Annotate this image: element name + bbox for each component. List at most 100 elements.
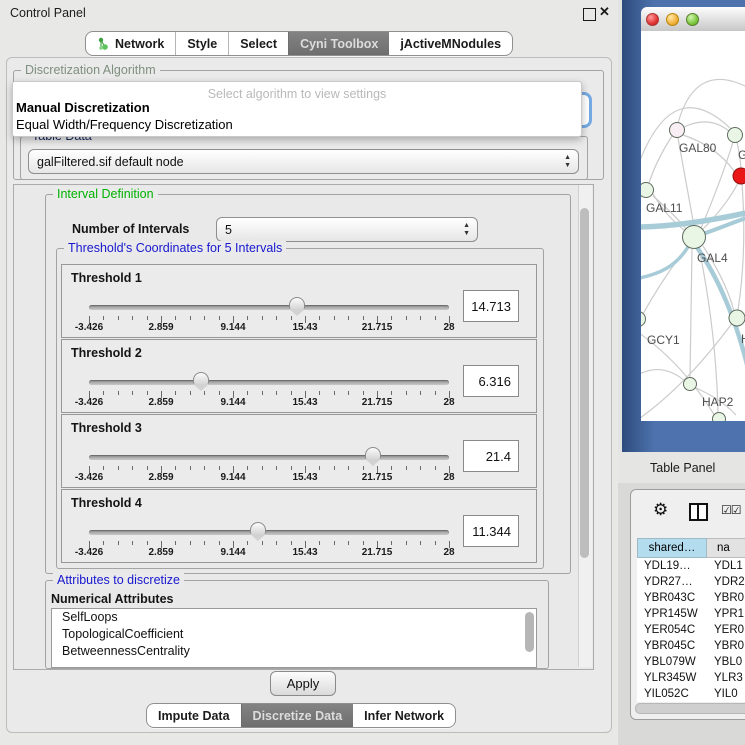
minor-tick <box>348 541 349 545</box>
table-row[interactable]: YBR043CYBR0 <box>637 590 745 606</box>
tab-select[interactable]: Select <box>228 32 288 55</box>
node-attribute-table[interactable]: shared… na YDL19…YDL1YDR27…YDR2YBR043CYB… <box>637 538 745 704</box>
minor-tick <box>406 541 407 545</box>
slider-track[interactable] <box>89 530 449 535</box>
threshold-label: Threshold 1 <box>71 271 142 285</box>
threshold-value-field[interactable]: 6.316 <box>463 365 519 397</box>
slider-track[interactable] <box>89 305 449 310</box>
tab-discretize-data[interactable]: Discretize Data <box>241 704 354 727</box>
table-panel-title: Table Panel <box>650 461 715 475</box>
minor-tick <box>406 391 407 395</box>
minor-tick <box>147 316 148 320</box>
tab-jactivemnodules[interactable]: jActiveMNodules <box>389 32 512 55</box>
slider-track[interactable] <box>89 380 449 385</box>
cell-name: YBR0 <box>707 590 745 606</box>
minor-tick <box>247 316 248 320</box>
minor-tick <box>319 391 320 395</box>
node-hap2[interactable] <box>684 378 697 391</box>
tick-label: 2.859 <box>148 397 173 408</box>
attributes-scrollbar-thumb[interactable] <box>525 612 534 652</box>
tick-label: -3.426 <box>75 472 103 483</box>
threshold-value-field[interactable]: 11.344 <box>463 515 519 547</box>
tick-label: 2.859 <box>148 322 173 333</box>
minor-tick <box>363 316 364 320</box>
tab-impute-data[interactable]: Impute Data <box>147 704 241 727</box>
checkbox-icons[interactable]: ☑☑ <box>721 503 741 517</box>
minor-tick <box>291 391 292 395</box>
zoom-traffic-light-icon[interactable] <box>686 13 699 26</box>
node-bottom[interactable] <box>713 413 726 422</box>
slider-handle-cap <box>365 447 381 459</box>
minimize-traffic-light-icon[interactable] <box>666 13 679 26</box>
horizontal-scrollbar-thumb[interactable] <box>635 703 745 714</box>
combobox-stepper-icon[interactable]: ▲▼ <box>463 222 470 238</box>
table-row[interactable]: YER054CYER0 <box>637 622 745 638</box>
column-header-shared[interactable]: shared… <box>637 538 707 558</box>
minor-tick <box>420 466 421 470</box>
minor-tick <box>262 391 263 395</box>
combobox-stepper-icon[interactable]: ▲▼ <box>564 154 571 170</box>
table-row[interactable]: YBL079WYBL0 <box>637 654 745 670</box>
close-icon[interactable]: ✕ <box>599 4 610 15</box>
minor-tick <box>262 316 263 320</box>
table-data-combobox[interactable]: galFiltered.sif default node ▲▼ <box>28 149 579 174</box>
minor-tick <box>204 466 205 470</box>
close-traffic-light-icon[interactable] <box>646 13 659 26</box>
minor-tick <box>406 466 407 470</box>
column-header-name[interactable]: na <box>707 538 745 558</box>
list-item-attribute[interactable]: TopologicalCoefficient <box>52 626 536 643</box>
slider-handle-cap <box>289 297 305 309</box>
threshold-value-field[interactable]: 14.713 <box>463 290 519 322</box>
cell-shared-name: YBR043C <box>637 590 707 606</box>
tab-label: Style <box>187 37 217 51</box>
number-of-intervals-combobox[interactable]: 5 ▲▼ <box>216 217 478 242</box>
slider-track[interactable] <box>89 455 449 460</box>
node-right-mid[interactable] <box>729 310 745 326</box>
tab-infer-network[interactable]: Infer Network <box>353 704 455 727</box>
node-gcy1[interactable] <box>641 312 646 327</box>
node-gal80[interactable] <box>670 123 685 138</box>
tab-cyni-toolbox[interactable]: Cyni Toolbox <box>288 32 389 55</box>
network-window-titlebar[interactable] <box>641 7 745 32</box>
threshold-value-field[interactable]: 21.4 <box>463 440 519 472</box>
list-item-attribute[interactable]: SelfLoops <box>52 609 536 626</box>
gear-icon[interactable]: ⚙ <box>653 501 668 518</box>
minor-tick <box>103 541 104 545</box>
menu-item-equal-width-discretization[interactable]: Equal Width/Frequency Discretization <box>16 117 233 132</box>
node-selected-red[interactable] <box>733 168 745 184</box>
list-item-attribute[interactable]: BetweennessCentrality <box>52 643 536 660</box>
node-top-right[interactable] <box>728 128 743 143</box>
split-view-icon[interactable] <box>689 503 708 521</box>
minor-tick <box>334 391 335 395</box>
minor-tick <box>291 466 292 470</box>
node-gal11[interactable] <box>641 183 654 198</box>
slider-handle[interactable] <box>289 297 305 316</box>
minor-tick <box>132 541 133 545</box>
cell-shared-name: YIL052C <box>637 686 707 702</box>
slider-handle[interactable] <box>193 372 209 391</box>
table-header-row: shared… na <box>637 538 745 558</box>
tab-style[interactable]: Style <box>175 32 228 55</box>
float-window-icon[interactable] <box>583 8 596 21</box>
threshold-panel-1: Threshold 1-3.4262.8599.14415.4321.71528… <box>61 264 537 338</box>
slider-handle[interactable] <box>365 447 381 466</box>
tab-network[interactable]: Network <box>86 32 175 55</box>
table-row[interactable]: YBR045CYBR0 <box>637 638 745 654</box>
table-row[interactable]: YDR27…YDR2 <box>637 574 745 590</box>
minor-tick <box>291 541 292 545</box>
tick-label: 9.144 <box>220 397 245 408</box>
menu-item-manual-discretization[interactable]: Manual Discretization <box>16 100 150 115</box>
network-canvas[interactable]: GAL80GACGAL11GAL4GCY1HHAP2 <box>641 31 745 421</box>
table-row[interactable]: YPR145WYPR1 <box>637 606 745 622</box>
tick-label: 21.715 <box>362 397 393 408</box>
node-gal4[interactable] <box>683 226 706 249</box>
table-row[interactable]: YIL052CYIL0 <box>637 686 745 702</box>
apply-button[interactable]: Apply <box>270 671 336 696</box>
table-row[interactable]: YLR345WYLR3 <box>637 670 745 686</box>
tick-label: -3.426 <box>75 397 103 408</box>
minor-tick <box>348 316 349 320</box>
numerical-attributes-list[interactable]: SelfLoopsTopologicalCoefficientBetweenne… <box>51 608 537 668</box>
slider-handle[interactable] <box>250 522 266 541</box>
table-row[interactable]: YDL19…YDL1 <box>637 558 745 574</box>
vertical-scrollbar-thumb[interactable] <box>580 208 589 558</box>
